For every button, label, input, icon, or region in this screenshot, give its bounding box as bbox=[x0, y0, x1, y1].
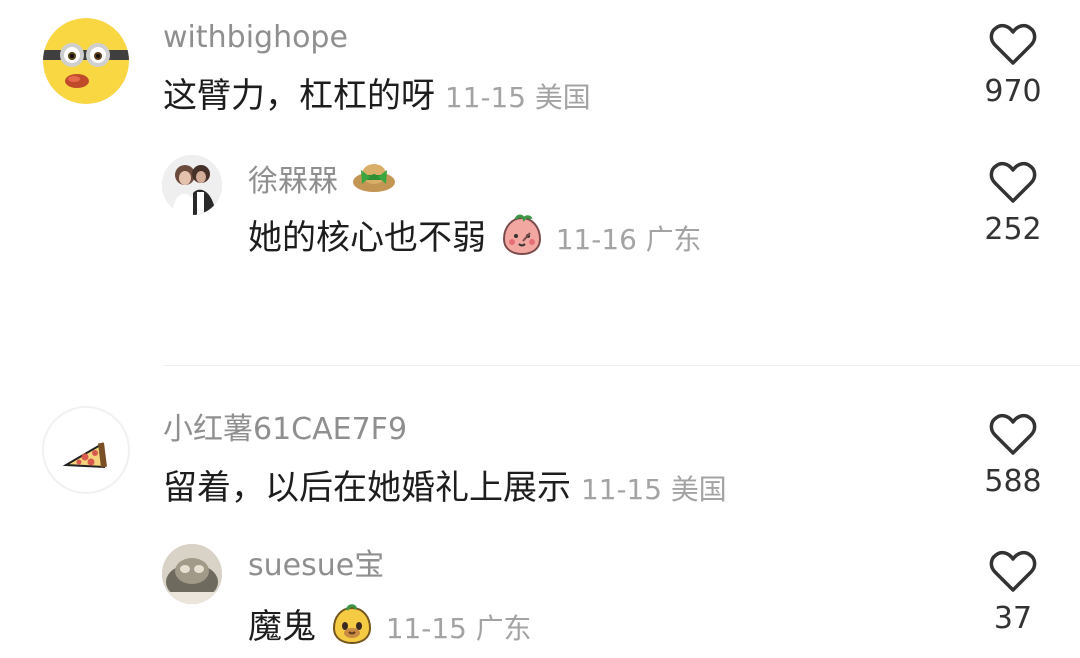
comment-text: 留着，以后在她婚礼上展示 bbox=[163, 468, 571, 508]
comment-location: 美国 bbox=[670, 473, 727, 506]
comment-text-line: 这臂力，杠杠的呀 11-15 美国 bbox=[163, 76, 591, 118]
avatar[interactable] bbox=[162, 155, 222, 215]
reply-text: 魔鬼 bbox=[248, 607, 316, 647]
reply-2: suesue宝 魔鬼 11-15 广东 37 bbox=[0, 530, 1080, 658]
reply-1: 徐槑槑 她的核心也不弱 11-16 广东 252 bbox=[0, 140, 1080, 260]
dog-face-emoji-icon bbox=[330, 603, 374, 654]
reply-date: 11-15 bbox=[385, 612, 467, 645]
reply-username[interactable]: 徐槑槑 bbox=[248, 164, 338, 199]
reply-meta: 11-16 广东 bbox=[556, 223, 702, 256]
reply-location: 广东 bbox=[645, 223, 702, 256]
reply-location: 广东 bbox=[475, 612, 532, 645]
avatar[interactable] bbox=[43, 18, 129, 104]
comment-text-line: 留着，以后在她婚礼上展示 11-15 美国 bbox=[163, 468, 727, 510]
reply-text-line: 她的核心也不弱 11-16 广东 bbox=[248, 214, 701, 265]
reply-username[interactable]: suesue宝 bbox=[248, 548, 384, 584]
like-count: 252 bbox=[984, 212, 1042, 247]
comment-location: 美国 bbox=[534, 81, 591, 114]
heart-icon bbox=[989, 413, 1037, 455]
like-button[interactable]: 588 bbox=[976, 412, 1050, 499]
like-button[interactable]: 970 bbox=[976, 22, 1050, 109]
avatar[interactable] bbox=[162, 544, 222, 604]
reply-text-line: 魔鬼 11-15 广东 bbox=[248, 603, 531, 654]
straw-hat-badge-icon bbox=[351, 158, 397, 207]
reply-date: 11-16 bbox=[555, 223, 637, 256]
like-count: 37 bbox=[993, 601, 1033, 636]
comment-date: 11-15 bbox=[445, 81, 526, 114]
comment-meta: 11-15 美国 bbox=[445, 81, 591, 114]
reply-username-line: 徐槑槑 bbox=[248, 158, 399, 207]
comment-2: 小红薯61CAE7F9 留着，以后在她婚礼上展示 11-15 美国 588 bbox=[0, 392, 1080, 522]
comment-text: 这臂力，杠杠的呀 bbox=[163, 76, 435, 116]
comment-meta: 11-15 美国 bbox=[581, 473, 727, 506]
like-count: 970 bbox=[984, 74, 1042, 109]
heart-icon bbox=[989, 23, 1037, 65]
heart-icon bbox=[989, 161, 1037, 203]
reply-meta: 11-15 广东 bbox=[386, 612, 532, 645]
peach-face-emoji-icon bbox=[500, 214, 544, 265]
comment-username[interactable]: withbighope bbox=[163, 20, 348, 56]
comment-1: withbighope 这臂力，杠杠的呀 11-15 美国 970 bbox=[0, 0, 1080, 140]
comment-divider bbox=[163, 365, 1080, 366]
like-count: 588 bbox=[984, 464, 1042, 499]
reply-text: 她的核心也不弱 bbox=[248, 218, 486, 258]
like-button[interactable]: 37 bbox=[976, 549, 1050, 636]
heart-icon bbox=[989, 550, 1037, 592]
avatar[interactable] bbox=[42, 406, 130, 494]
minion-avatar-icon bbox=[43, 18, 129, 104]
comment-username[interactable]: 小红薯61CAE7F9 bbox=[163, 412, 407, 448]
comment-date: 11-15 bbox=[581, 473, 662, 506]
pizza-slice-avatar-icon bbox=[62, 442, 107, 469]
profile-photo-avatar-icon bbox=[162, 544, 222, 604]
like-button[interactable]: 252 bbox=[976, 160, 1050, 247]
wedding-couple-avatar-icon bbox=[162, 155, 222, 215]
